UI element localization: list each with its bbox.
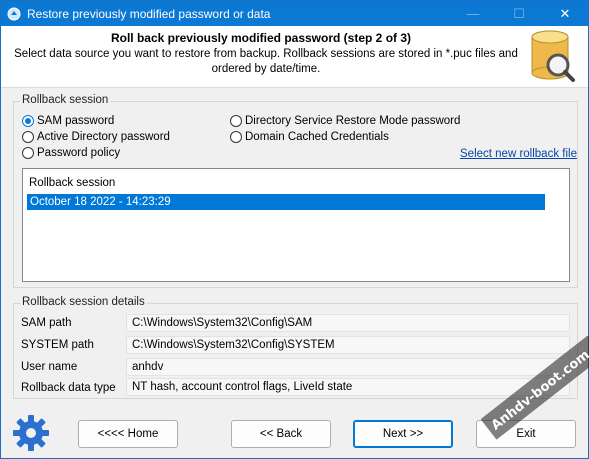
user-name-label: User name (21, 361, 78, 373)
minimize-button[interactable]: — (450, 1, 496, 26)
gear-icon[interactable] (11, 413, 51, 453)
maximize-button[interactable]: ☐ (496, 1, 542, 26)
back-button[interactable]: << Back (231, 420, 331, 448)
sam-path-value: C:\Windows\System32\Config\SAM (126, 314, 570, 332)
radio-label: Password policy (37, 147, 121, 159)
step-description: Select data source you want to restore f… (14, 48, 518, 75)
radio-label: SAM password (37, 115, 115, 127)
window-title: Restore previously modified password or … (27, 6, 271, 21)
radio-label: Domain Cached Credentials (245, 131, 389, 143)
radio-password-policy[interactable]: Password policy (22, 147, 120, 159)
rollback-session-group: Rollback session SAM password Active Dir… (13, 94, 578, 288)
radio-sam-password[interactable]: SAM password (22, 115, 114, 127)
radio-dsrm-password[interactable]: Directory Service Restore Mode password (230, 115, 460, 127)
radio-label: Directory Service Restore Mode password (245, 115, 461, 127)
radio-unchecked-icon (22, 131, 34, 143)
radio-active-directory-password[interactable]: Active Directory password (22, 131, 170, 143)
database-search-icon (528, 29, 578, 85)
exit-button[interactable]: Exit (476, 420, 576, 448)
radio-unchecked-icon (22, 147, 34, 159)
radio-label: Active Directory password (37, 131, 170, 143)
restore-dialog: Restore previously modified password or … (0, 0, 589, 459)
rollback-session-list[interactable]: Rollback session October 18 2022 - 14:23… (22, 168, 570, 282)
radio-domain-cached-credentials[interactable]: Domain Cached Credentials (230, 131, 389, 143)
select-new-rollback-file-link[interactable]: Select new rollback file (460, 148, 577, 160)
home-button[interactable]: <<<< Home (78, 420, 178, 448)
rollback-details-group-label: Rollback session details (20, 296, 147, 308)
wizard-header: Roll back previously modified password (… (1, 26, 588, 88)
user-name-value: anhdv (126, 358, 570, 376)
app-icon (7, 7, 21, 21)
radio-unchecked-icon (230, 115, 242, 127)
sam-path-label: SAM path (21, 317, 72, 329)
next-button[interactable]: Next >> (353, 420, 453, 448)
rollback-data-type-label: Rollback data type (21, 382, 116, 394)
close-button[interactable]: ✕ (542, 1, 588, 26)
radio-checked-icon (22, 115, 34, 127)
rollback-data-type-value: NT hash, account control flags, LiveId s… (126, 378, 570, 396)
system-path-label: SYSTEM path (21, 339, 94, 351)
system-path-value: C:\Windows\System32\Config\SYSTEM (126, 336, 570, 354)
radio-unchecked-icon (230, 131, 242, 143)
title-bar[interactable]: Restore previously modified password or … (1, 1, 588, 26)
rollback-session-group-label: Rollback session (20, 94, 111, 106)
step-title: Roll back previously modified password (… (110, 31, 412, 45)
list-column-header: Rollback session (29, 177, 116, 189)
list-item[interactable]: October 18 2022 - 14:23:29 (27, 194, 545, 210)
